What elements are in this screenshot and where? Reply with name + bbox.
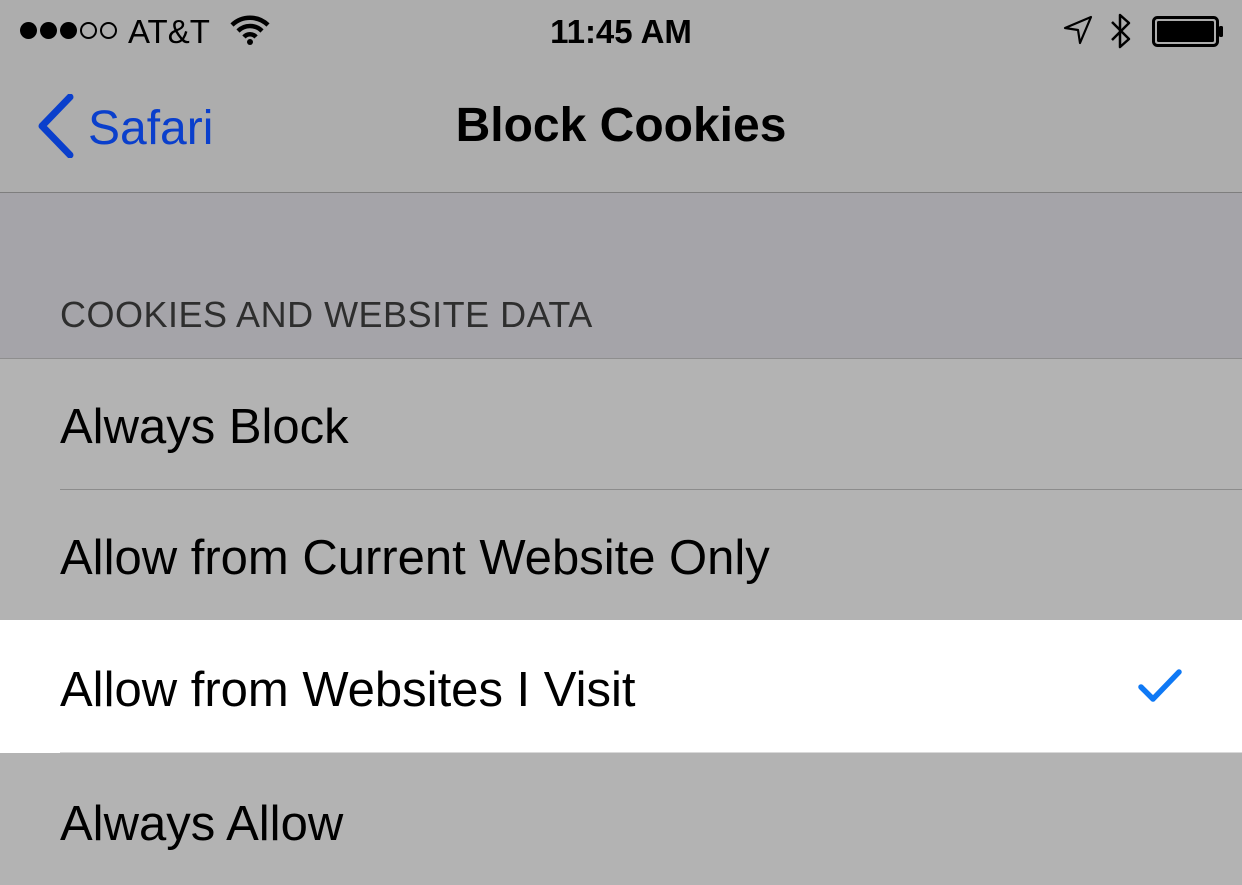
navigation-bar: Safari Block Cookies — [0, 62, 1242, 193]
option-label: Always Allow — [60, 797, 344, 851]
section-header: COOKIES AND WEBSITE DATA — [0, 193, 1242, 359]
option-label: Allow from Websites I Visit — [60, 663, 636, 717]
bluetooth-icon — [1108, 12, 1134, 55]
option-always-allow[interactable]: Always Allow — [0, 754, 1242, 885]
page-title: Block Cookies — [455, 99, 787, 152]
section-header-label: COOKIES AND WEBSITE DATA — [60, 294, 593, 335]
option-label: Allow from Current Website Only — [60, 531, 770, 585]
option-allow-current-website-only[interactable]: Allow from Current Website Only — [0, 490, 1242, 620]
status-bar: AT&T 11:45 AM — [0, 0, 1242, 62]
battery-icon — [1152, 16, 1226, 53]
clock: 11:45 AM — [550, 13, 692, 50]
option-label: Always Block — [60, 400, 349, 454]
divider — [60, 752, 1242, 753]
checkmark-icon — [1138, 668, 1182, 709]
option-always-block[interactable]: Always Block — [0, 359, 1242, 489]
option-allow-websites-i-visit[interactable]: Allow from Websites I Visit — [0, 620, 1242, 753]
location-arrow-icon — [1062, 14, 1094, 51]
